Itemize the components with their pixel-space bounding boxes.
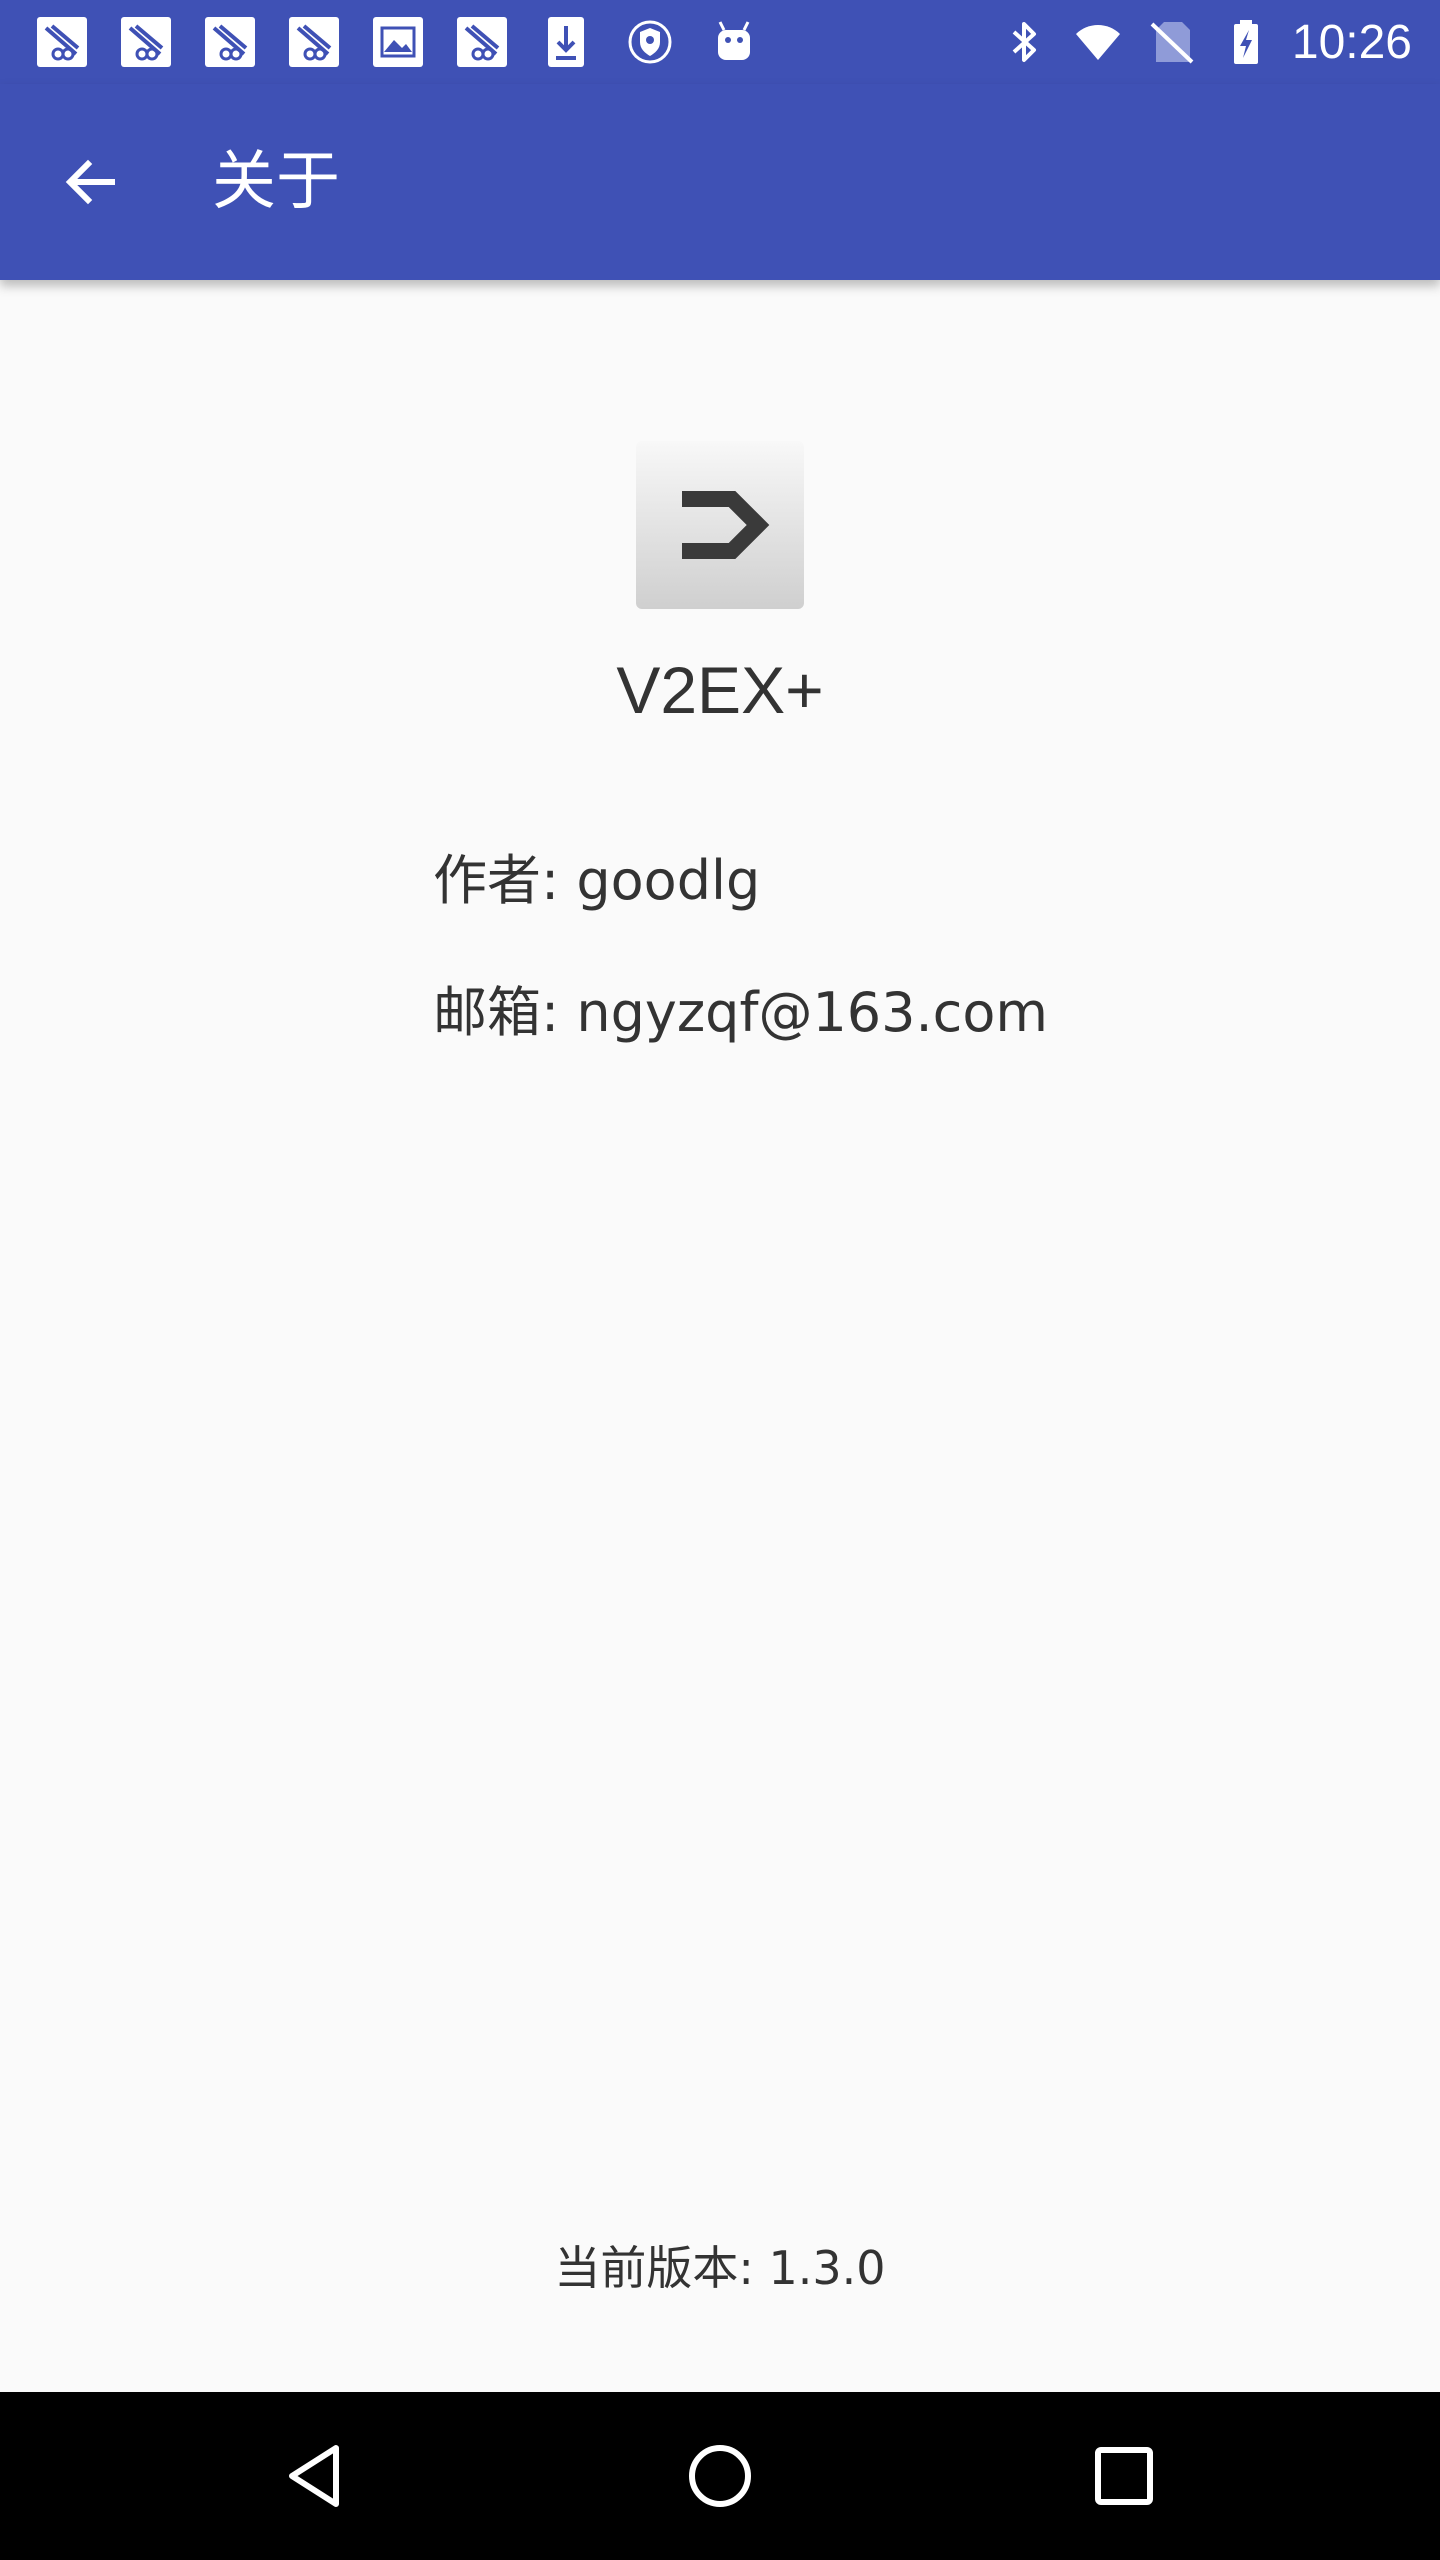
bluetooth-icon: [1000, 18, 1048, 66]
system-icons: 10:26: [974, 10, 1412, 74]
email-info[interactable]: 邮箱: ngyzqf@163.com: [433, 978, 1048, 1048]
nav-home-button[interactable]: [670, 2426, 770, 2526]
app-name: V2EX+: [616, 653, 824, 727]
vpn-shield-icon: [624, 16, 676, 68]
app-logo: [636, 441, 804, 609]
arrow-back-icon: [65, 159, 115, 205]
status-bar: 10:26: [0, 0, 1440, 84]
nav-back-button[interactable]: [266, 2426, 366, 2526]
page-title: 关于: [212, 145, 340, 219]
status-clock: 10:26: [1291, 15, 1412, 69]
no-sim-icon: [1148, 18, 1196, 66]
nav-recents-icon: [1095, 2447, 1153, 2505]
author-info: 作者: goodlg: [433, 849, 761, 912]
notification-app-icon: [36, 16, 88, 68]
nav-recents-button[interactable]: [1074, 2426, 1174, 2526]
v2ex-logo-icon: [682, 491, 770, 559]
back-button[interactable]: [40, 132, 140, 232]
notification-app-icon: [288, 16, 340, 68]
notification-app-icon: [204, 16, 256, 68]
download-icon: [540, 16, 592, 68]
nav-back-icon: [289, 2445, 339, 2507]
battery-charging-icon: [1222, 18, 1270, 66]
app-bar: 关于: [0, 84, 1440, 280]
notification-app-icon: [120, 16, 172, 68]
version-info: 当前版本: 1.3.0: [554, 2241, 886, 2295]
notification-app-icon: [456, 16, 508, 68]
android-icon: [708, 16, 760, 68]
nav-home-icon: [689, 2445, 751, 2507]
navigation-bar: [0, 2392, 1440, 2560]
image-icon: [372, 16, 424, 68]
notification-icons: [36, 14, 792, 70]
wifi-icon: [1074, 18, 1122, 66]
